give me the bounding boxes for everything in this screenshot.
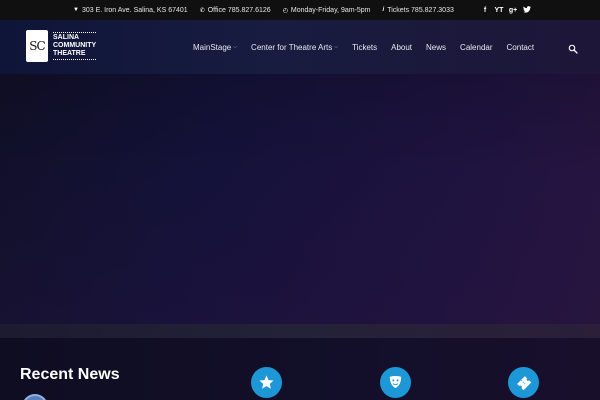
youtube-icon[interactable]: YT [492,7,506,14]
nav-item-tickets[interactable]: Tickets [352,43,377,52]
ticket-icon[interactable] [508,367,539,398]
hero-bottom-strip [0,324,600,338]
info-icon: i [382,7,385,13]
logo-wordmark: SALINA COMMUNITY THEATRE [53,32,97,60]
site-logo[interactable]: SC SALINA COMMUNITY THEATRE [26,30,97,62]
address-text: 303 E. Iron Ave. Salina, KS 67401 [81,6,188,14]
nav-item-mainstage[interactable]: MainStage ⌵ [193,43,237,52]
main-nav: MainStage ⌵ Center for Theatre Arts ⌵ Ti… [193,20,534,74]
nav-label: Tickets [352,42,378,52]
nav-label: About [391,42,413,52]
logo-line-1: SALINA [53,34,80,41]
hours-item: ◴ Monday-Friday, 9am-5pm [283,7,371,14]
map-pin-icon: ▼ [73,7,79,13]
nav-label: MainStage [193,42,232,52]
chevron-down-icon: ⌵ [233,44,238,50]
hero-banner [0,74,600,324]
nav-label: Calendar [460,42,493,52]
clock-icon: ◴ [282,7,288,14]
office-phone-text: Office 785.827.6126 [207,6,271,14]
google-plus-icon[interactable]: g+ [506,7,520,14]
nav-item-calendar[interactable]: Calendar [460,43,492,52]
contact-info: ▼ 303 E. Iron Ave. Salina, KS 67401 ✆ Of… [73,7,454,14]
office-phone-item: ✆ Office 785.827.6126 [200,7,271,14]
top-info-bar: ▼ 303 E. Iron Ave. Salina, KS 67401 ✆ Of… [0,0,600,20]
nav-label: Center for Theatre Arts [251,42,333,52]
tickets-phone-text: Tickets 785.827.3033 [387,6,454,14]
logo-line-2: COMMUNITY [53,42,97,49]
recent-news-heading: Recent News [20,366,120,383]
address-item: ▼ 303 E. Iron Ave. Salina, KS 67401 [73,7,188,14]
nav-item-about[interactable]: About [391,43,412,52]
site-header: SC SALINA COMMUNITY THEATRE MainStage ⌵ … [0,20,600,74]
nav-label: Contact [506,42,535,52]
nav-item-center-for-theatre-arts[interactable]: Center for Theatre Arts ⌵ [251,43,338,52]
search-icon[interactable] [568,41,578,54]
twitter-icon[interactable] [520,5,534,15]
facebook-icon[interactable]: f [478,7,492,14]
nav-item-news[interactable]: News [426,43,446,52]
tickets-phone-item: i Tickets 785.827.3033 [383,7,454,14]
nav-item-contact[interactable]: Contact [507,43,535,52]
social-links: f YT g+ [478,0,534,20]
star-icon[interactable] [251,367,282,398]
theatre-mask-icon[interactable] [380,367,411,398]
logo-mark: SC [26,30,48,62]
chevron-down-icon: ⌵ [334,44,339,50]
logo-line-3: THEATRE [53,50,86,57]
phone-icon: ✆ [199,7,205,14]
nav-label: News [426,42,447,52]
hours-text: Monday-Friday, 9am-5pm [290,6,371,14]
